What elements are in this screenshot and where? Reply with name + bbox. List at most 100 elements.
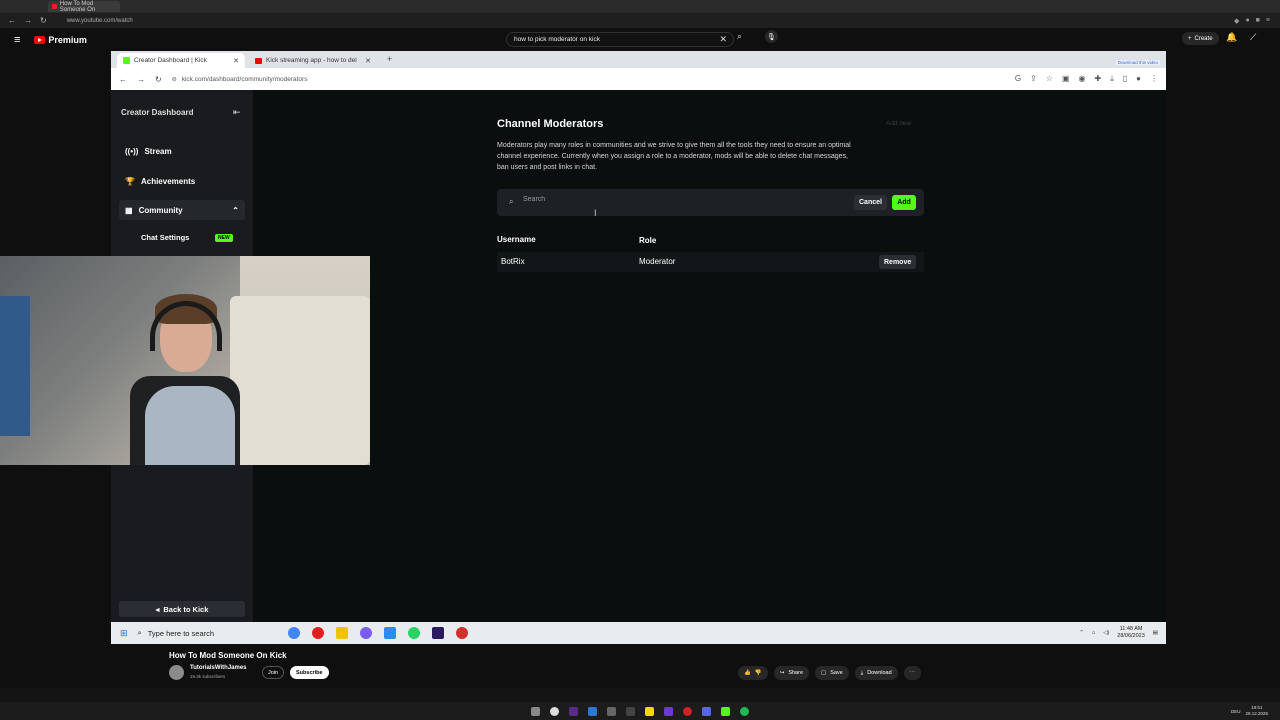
like-dislike-button[interactable]: 👍 👎 <box>738 666 768 680</box>
app-icon[interactable] <box>550 706 559 716</box>
premiere-icon[interactable] <box>431 627 444 639</box>
thumbs-down-icon[interactable]: 👎 <box>755 670 762 676</box>
new-tab-icon[interactable]: + <box>387 54 392 64</box>
sidebar-subitem-chat-settings[interactable]: Chat Settings <box>141 233 189 242</box>
sidebar-icon[interactable]: ▯ <box>1123 74 1127 84</box>
inner-tab-kick-dashboard[interactable]: Creator Dashboard | Kick ✕ <box>117 53 245 68</box>
puzzle-icon[interactable]: ✚ <box>1095 74 1102 84</box>
profile-icon[interactable]: ● <box>1136 74 1141 84</box>
subscribe-button[interactable]: Subscribe <box>290 666 329 679</box>
youtube-search-input[interactable]: how to pick moderator on kick ✕ <box>506 32 734 47</box>
app-icon[interactable] <box>588 706 597 716</box>
host-language[interactable]: DEU <box>1231 709 1241 714</box>
cancel-button[interactable]: Cancel <box>854 195 887 210</box>
add-new-button[interactable]: Add new <box>886 120 911 127</box>
back-icon[interactable]: ← <box>8 16 16 25</box>
remove-moderator-button[interactable]: Remove <box>879 255 917 269</box>
text-cursor-icon: I <box>594 208 597 218</box>
create-label: Create <box>1194 35 1213 42</box>
extension-icon[interactable]: ▣ <box>1062 74 1070 84</box>
webcam-background-couch <box>230 296 370 465</box>
community-icon: ▦ <box>125 205 133 215</box>
sidebar-item-achievements[interactable]: 🏆 Achievements <box>119 171 245 191</box>
taskbar-search[interactable]: ⌕ Type here to search <box>138 628 278 638</box>
reload-icon[interactable]: ↻ <box>40 16 47 25</box>
notification-bell-icon[interactable]: 🔔 <box>1226 32 1237 43</box>
close-tab-icon[interactable]: ✕ <box>365 57 371 65</box>
hamburger-menu-icon[interactable]: ≡ <box>14 34 20 46</box>
chevron-up-icon[interactable]: ⌃ <box>1079 630 1084 636</box>
app-icon[interactable] <box>569 706 578 716</box>
channel-name[interactable]: TutorialsWithJames <box>190 665 247 671</box>
account-avatar-icon[interactable]: ⟋ <box>1250 32 1256 43</box>
volume-icon[interactable]: ◁) <box>1103 630 1109 636</box>
whatsapp-icon[interactable] <box>407 627 420 639</box>
google-icon[interactable]: G <box>1015 74 1021 84</box>
microphone-icon[interactable]: 🎙 <box>765 30 778 43</box>
moderator-search-input[interactable] <box>523 196 823 203</box>
file-explorer-icon[interactable] <box>335 627 348 639</box>
outer-url[interactable]: www.youtube.com/watch <box>67 18 133 24</box>
discord-icon[interactable] <box>702 706 711 716</box>
download-hint[interactable]: Download this video <box>1115 60 1160 65</box>
bookmark-star-icon[interactable]: ☆ <box>1046 74 1053 84</box>
extension-icon[interactable]: ◉ <box>1079 74 1086 84</box>
join-button[interactable]: Join <box>262 666 285 679</box>
back-to-kick-button[interactable]: ◂ Back to Kick <box>119 601 245 617</box>
inner-tab-title: Kick streaming app - how to del <box>266 57 357 64</box>
more-actions-button[interactable]: ⋯ <box>903 666 922 680</box>
taskbar-search-placeholder: Type here to search <box>147 628 215 638</box>
kick-icon[interactable] <box>721 706 730 716</box>
site-info-icon[interactable]: ⊜ <box>172 76 177 83</box>
extension-icon[interactable]: ● <box>1245 17 1249 25</box>
taskbar-clock[interactable]: 11:48 AM 28/06/2023 <box>1117 626 1145 640</box>
create-button[interactable]: + Create <box>1182 32 1219 45</box>
channel-avatar[interactable] <box>169 665 184 680</box>
sidebar-item-stream[interactable]: ((•)) Stream <box>119 141 245 161</box>
download-button[interactable]: ⤓ Download <box>854 666 898 680</box>
back-icon[interactable]: ← <box>119 75 127 84</box>
extension-icon[interactable]: ◆ <box>1234 17 1239 25</box>
forward-icon[interactable]: → <box>137 75 145 84</box>
youtube-play-icon <box>34 35 46 44</box>
spotify-icon[interactable] <box>740 706 749 716</box>
reload-icon[interactable]: ↻ <box>155 75 162 84</box>
close-tab-icon[interactable]: ✕ <box>233 57 239 65</box>
host-clock[interactable]: 18:51 28.12.2025 <box>1245 705 1268 717</box>
video-info-bar: How To Mod Someone On Kick TutorialsWith… <box>0 644 1280 688</box>
clear-search-icon[interactable]: ✕ <box>719 34 727 45</box>
notification-icon[interactable]: ▤ <box>1153 630 1158 636</box>
app-icon[interactable] <box>645 706 654 716</box>
more-menu-icon[interactable]: ⋮ <box>1150 74 1158 84</box>
share-icon[interactable]: ⇪ <box>1030 74 1037 84</box>
menu-icon[interactable]: ≡ <box>1266 17 1270 25</box>
chrome-icon[interactable] <box>287 627 300 639</box>
app-icon[interactable] <box>455 627 468 639</box>
app-icon[interactable] <box>531 706 540 716</box>
app-icon[interactable] <box>626 706 635 716</box>
outer-tab-youtube[interactable]: How To Mod Someone On <box>48 1 120 13</box>
share-button[interactable]: ↪ Share <box>773 666 810 680</box>
save-button[interactable]: ▢ Save <box>815 666 849 680</box>
sidebar-item-community[interactable]: ▦ Community ⌃ <box>119 200 245 220</box>
search-icon[interactable]: ⌕ <box>737 31 742 42</box>
download-icon[interactable]: ⤓ <box>1110 74 1114 84</box>
sidebar-item-label: Community <box>138 205 183 215</box>
thumbs-up-icon[interactable]: 👍 <box>744 670 751 676</box>
extension-icon[interactable]: ■ <box>1256 17 1260 25</box>
app-icon[interactable] <box>664 706 673 716</box>
youtube-logo[interactable]: Premium <box>34 35 87 45</box>
page-title: Channel Moderators <box>497 118 604 130</box>
app-icon[interactable] <box>359 627 372 639</box>
inner-url[interactable]: kick.com/dashboard/community/moderators <box>182 76 308 83</box>
app-icon[interactable] <box>607 706 616 716</box>
collapse-sidebar-icon[interactable]: ⇤ <box>233 107 241 118</box>
forward-icon[interactable]: → <box>24 16 32 25</box>
windows-start-icon[interactable]: ⊞ <box>120 628 128 639</box>
network-icon[interactable]: ⌂ <box>1092 630 1095 636</box>
opera-icon[interactable] <box>683 706 692 716</box>
inner-tab-youtube[interactable]: Kick streaming app - how to del ✕ <box>249 53 377 68</box>
app-icon[interactable] <box>383 627 396 639</box>
opera-icon[interactable] <box>311 627 324 639</box>
add-button[interactable]: Add <box>892 195 916 210</box>
